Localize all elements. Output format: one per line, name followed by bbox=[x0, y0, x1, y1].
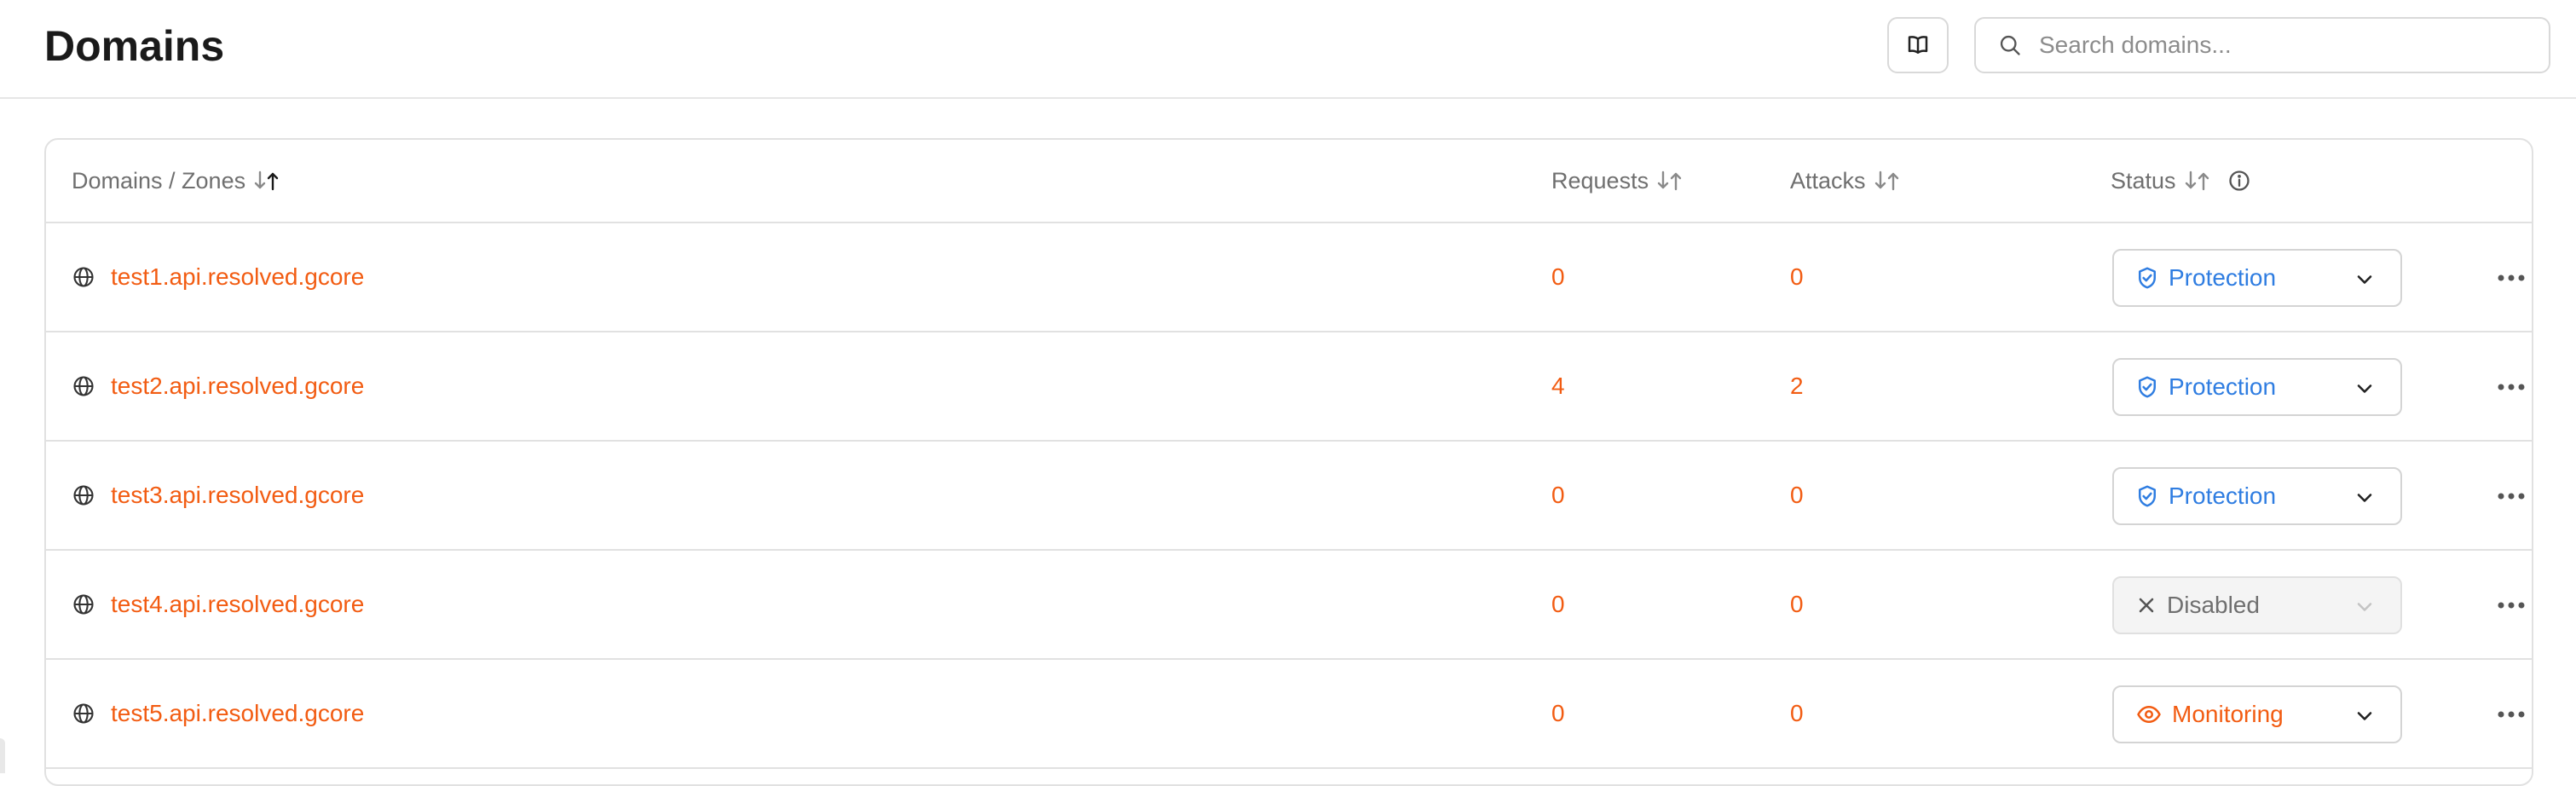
globe-icon bbox=[72, 374, 95, 398]
status-dropdown[interactable]: Protection bbox=[2112, 467, 2402, 525]
status-label: Protection bbox=[2169, 264, 2277, 291]
domain-cell: test3.api.resolved.gcore bbox=[72, 442, 364, 549]
chevron-down-icon bbox=[2353, 595, 2377, 619]
shield-check-icon bbox=[2134, 374, 2160, 400]
domain-link[interactable]: test2.api.resolved.gcore bbox=[111, 373, 364, 400]
table-row: test2.api.resolved.gcore 4 2 Protection bbox=[46, 332, 2532, 442]
globe-icon bbox=[72, 483, 95, 507]
column-header-status[interactable]: Status bbox=[2111, 164, 2251, 198]
requests-value: 0 bbox=[1551, 482, 1565, 508]
attacks-value: 0 bbox=[1790, 263, 1804, 290]
info-icon[interactable] bbox=[2227, 169, 2251, 193]
requests-value: 0 bbox=[1551, 700, 1565, 726]
sort-icon[interactable] bbox=[252, 169, 281, 193]
search-icon bbox=[1998, 33, 2022, 57]
page-header: Domains bbox=[0, 0, 2576, 99]
chevron-down-icon bbox=[2353, 486, 2377, 510]
status-label: Monitoring bbox=[2172, 701, 2284, 727]
shield-check-icon bbox=[2134, 483, 2160, 509]
more-actions-button[interactable] bbox=[2494, 375, 2528, 399]
search-box[interactable] bbox=[1974, 17, 2550, 73]
sort-icon[interactable] bbox=[1655, 169, 1684, 193]
more-actions-button[interactable] bbox=[2494, 702, 2528, 726]
domain-link[interactable]: test5.api.resolved.gcore bbox=[111, 700, 364, 727]
domain-cell: test5.api.resolved.gcore bbox=[72, 660, 364, 767]
more-actions-button[interactable] bbox=[2494, 266, 2528, 290]
column-header-requests[interactable]: Requests bbox=[1551, 164, 1684, 198]
column-label-status: Status bbox=[2111, 168, 2176, 194]
globe-icon bbox=[72, 702, 95, 725]
requests-value: 0 bbox=[1551, 263, 1565, 290]
column-label-attacks: Attacks bbox=[1790, 168, 1866, 194]
more-icon bbox=[2497, 383, 2526, 391]
status-dropdown[interactable]: Protection bbox=[2112, 358, 2402, 416]
side-tab-handle[interactable] bbox=[0, 738, 5, 773]
more-icon bbox=[2497, 601, 2526, 610]
chevron-down-icon bbox=[2353, 268, 2377, 292]
domain-link[interactable]: test3.api.resolved.gcore bbox=[111, 482, 364, 509]
domain-link[interactable]: test1.api.resolved.gcore bbox=[111, 263, 364, 291]
table-row: test5.api.resolved.gcore 0 0 Monitoring bbox=[46, 660, 2532, 769]
x-icon bbox=[2134, 593, 2158, 617]
domain-cell: test4.api.resolved.gcore bbox=[72, 551, 364, 658]
requests-value: 4 bbox=[1551, 373, 1565, 399]
status-dropdown[interactable]: Disabled bbox=[2112, 576, 2402, 634]
sort-icon[interactable] bbox=[1873, 169, 1902, 193]
table-row: test4.api.resolved.gcore 0 0 Disabled bbox=[46, 551, 2532, 660]
column-label-domains: Domains / Zones bbox=[72, 168, 246, 194]
more-actions-button[interactable] bbox=[2494, 593, 2528, 617]
attacks-value: 0 bbox=[1790, 591, 1804, 617]
more-icon bbox=[2497, 274, 2526, 282]
book-icon bbox=[1905, 32, 1931, 58]
domain-cell: test2.api.resolved.gcore bbox=[72, 332, 364, 440]
eye-icon bbox=[2134, 702, 2163, 727]
attacks-value: 0 bbox=[1790, 482, 1804, 508]
status-dropdown[interactable]: Protection bbox=[2112, 249, 2402, 307]
requests-value: 0 bbox=[1551, 591, 1565, 617]
table-row: test3.api.resolved.gcore 0 0 Protection bbox=[46, 442, 2532, 551]
domain-link[interactable]: test4.api.resolved.gcore bbox=[111, 591, 364, 618]
column-header-attacks[interactable]: Attacks bbox=[1790, 164, 1902, 198]
domains-table: Domains / Zones Requests Attacks Status … bbox=[44, 138, 2533, 786]
search-input[interactable] bbox=[2037, 31, 2518, 60]
more-icon bbox=[2497, 492, 2526, 500]
status-label: Protection bbox=[2169, 373, 2277, 400]
domain-cell: test1.api.resolved.gcore bbox=[72, 223, 364, 331]
globe-icon bbox=[72, 592, 95, 616]
more-icon bbox=[2497, 710, 2526, 719]
status-label: Protection bbox=[2169, 483, 2277, 509]
more-actions-button[interactable] bbox=[2494, 484, 2528, 508]
column-label-requests: Requests bbox=[1551, 168, 1649, 194]
status-dropdown[interactable]: Monitoring bbox=[2112, 685, 2402, 743]
table-row: test1.api.resolved.gcore 0 0 Protection bbox=[46, 223, 2532, 332]
table-header: Domains / Zones Requests Attacks Status bbox=[46, 140, 2532, 223]
shield-check-icon bbox=[2134, 265, 2160, 291]
attacks-value: 2 bbox=[1790, 373, 1804, 399]
globe-icon bbox=[72, 265, 95, 289]
chevron-down-icon bbox=[2353, 704, 2377, 728]
sort-icon[interactable] bbox=[2183, 169, 2212, 193]
attacks-value: 0 bbox=[1790, 700, 1804, 726]
column-header-domains[interactable]: Domains / Zones bbox=[72, 164, 281, 198]
documentation-button[interactable] bbox=[1887, 17, 1949, 73]
status-label: Disabled bbox=[2167, 592, 2260, 618]
page-title: Domains bbox=[44, 22, 225, 70]
chevron-down-icon bbox=[2353, 377, 2377, 401]
